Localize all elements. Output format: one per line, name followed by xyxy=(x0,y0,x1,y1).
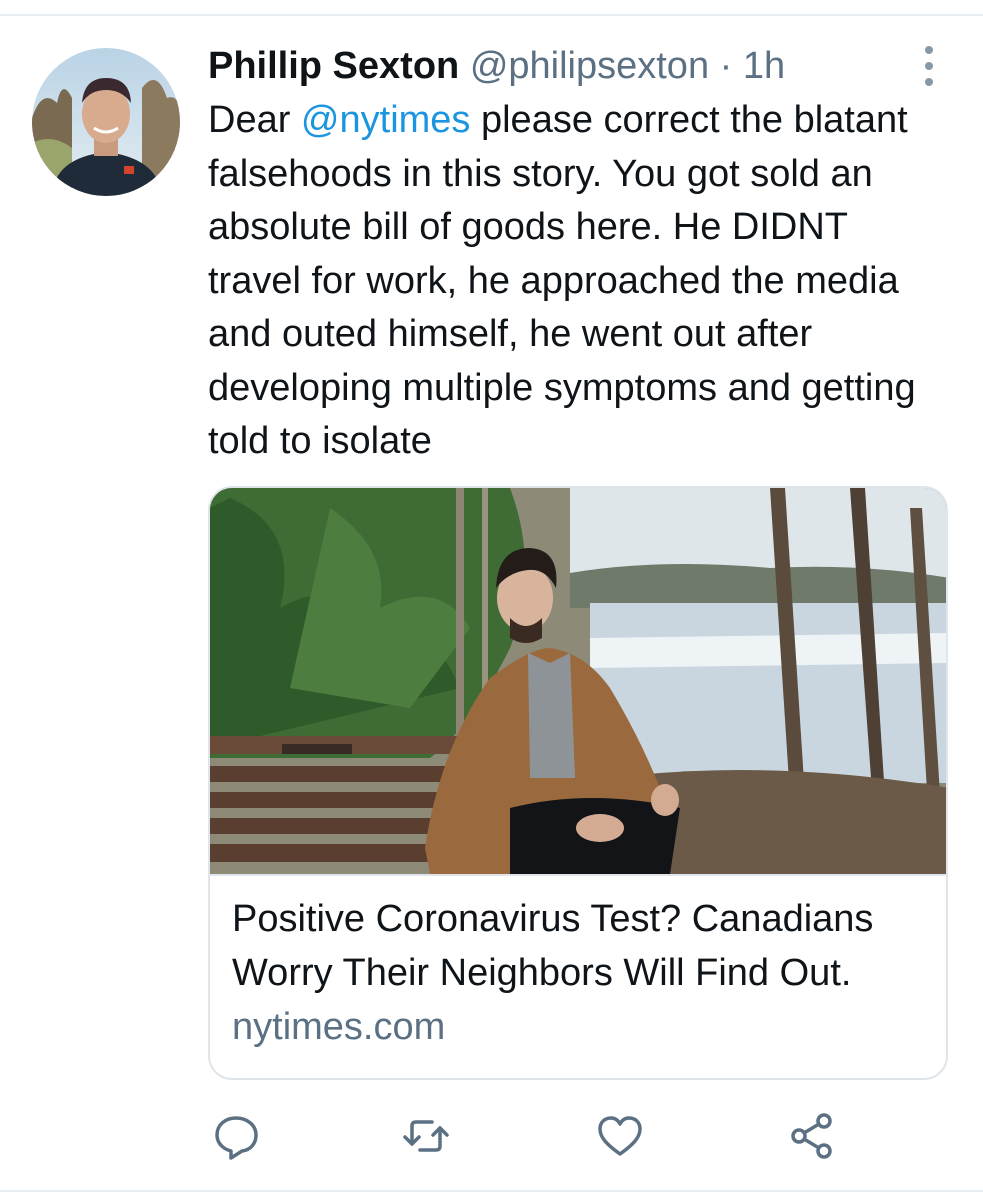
reply-icon xyxy=(215,1116,258,1160)
timestamp[interactable]: 1h xyxy=(743,45,785,87)
card-text: Positive Coronavirus Test? Canadians Wor… xyxy=(210,876,946,1054)
card-domain: nytimes.com xyxy=(232,1006,446,1048)
tweet-text: Dear @nytimes please correct the blatant… xyxy=(208,94,948,469)
share-button[interactable] xyxy=(784,1108,840,1164)
retweet-button[interactable] xyxy=(398,1108,454,1164)
user-handle[interactable]: @philipsexton xyxy=(470,45,709,87)
card-title: Positive Coronavirus Test? Canadians Wor… xyxy=(232,898,874,994)
reply-button[interactable] xyxy=(208,1108,264,1164)
avatar[interactable] xyxy=(32,48,180,196)
tweet-action-bar xyxy=(0,1108,983,1164)
tweet-body: Phillip Sexton @philipsexton · 1h Dear @… xyxy=(208,38,948,469)
more-vertical-icon xyxy=(925,46,933,54)
top-divider xyxy=(0,14,983,16)
tweet-text-rest: please correct the blatant falsehoods in… xyxy=(208,99,916,462)
mention-link[interactable]: @nytimes xyxy=(301,99,471,141)
separator-dot: · xyxy=(719,45,733,87)
card-image xyxy=(210,488,946,874)
avatar-photo xyxy=(32,48,180,196)
more-vertical-icon-dot xyxy=(925,78,933,86)
more-vertical-icon-dot xyxy=(925,62,933,70)
tweet-text-lead: Dear xyxy=(208,99,301,141)
more-options-button[interactable] xyxy=(918,46,940,86)
share-icon xyxy=(791,1113,832,1159)
tweet-header: Phillip Sexton @philipsexton · 1h xyxy=(208,38,948,94)
display-name[interactable]: Phillip Sexton xyxy=(208,45,459,87)
link-card[interactable]: Positive Coronavirus Test? Canadians Wor… xyxy=(208,486,948,1080)
heart-icon xyxy=(598,1116,642,1156)
retweet-icon xyxy=(403,1120,449,1152)
like-button[interactable] xyxy=(592,1108,648,1164)
bottom-divider xyxy=(0,1190,983,1192)
